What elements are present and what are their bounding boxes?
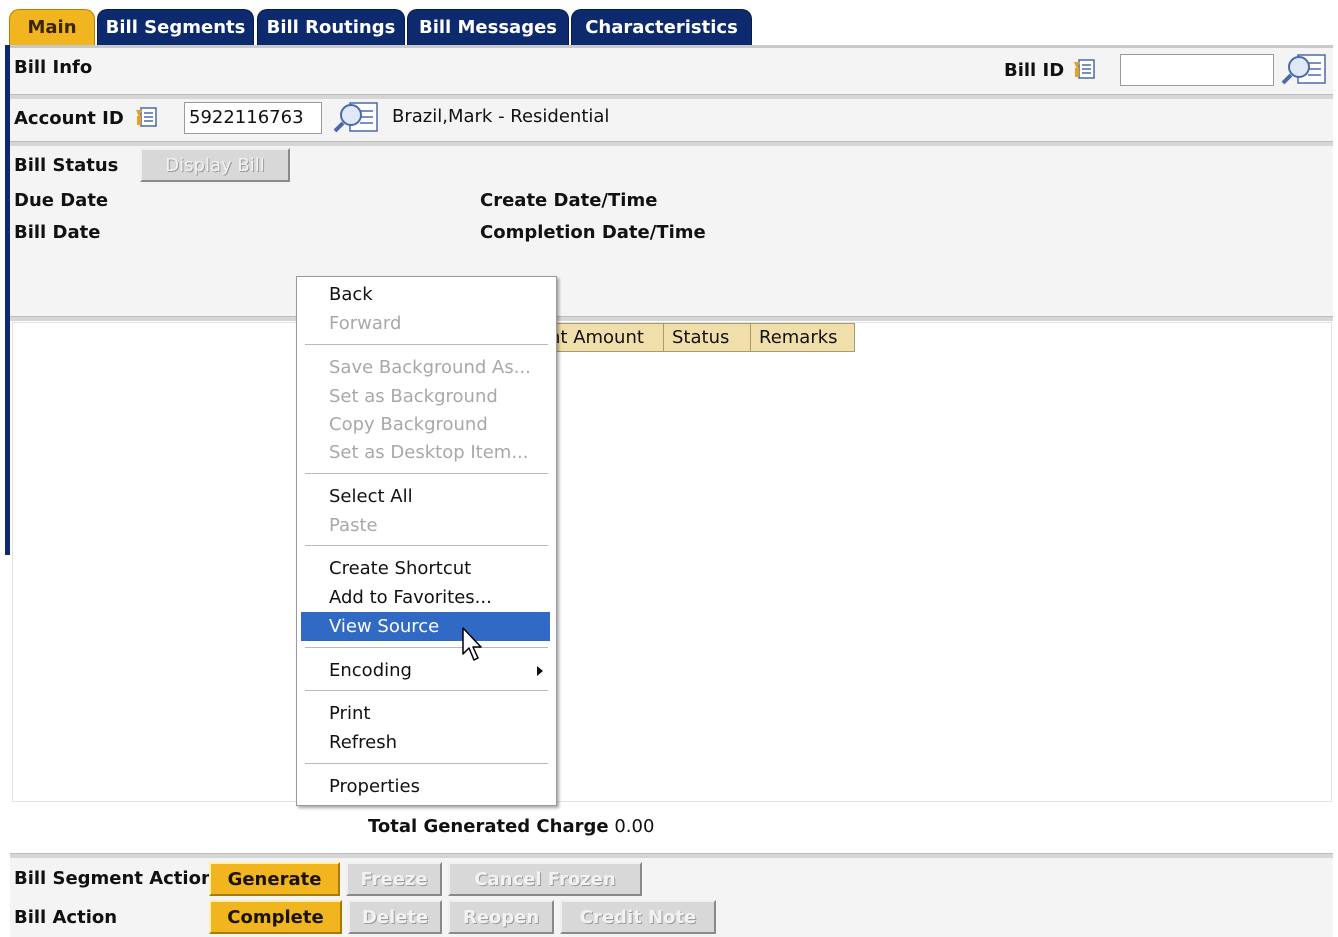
menu-item-encoding-label: Encoding	[329, 660, 412, 681]
column-header-status[interactable]: Status	[663, 323, 751, 352]
bill-date-label: Bill Date	[14, 222, 101, 243]
cancel-frozen-button[interactable]: Cancel Frozen	[448, 862, 642, 896]
menu-item-refresh[interactable]: Refresh	[301, 728, 550, 757]
menu-item-view-source[interactable]: View Source	[301, 612, 550, 641]
menu-item-forward[interactable]: Forward	[301, 309, 550, 338]
bill-id-search-lookup-icon[interactable]	[1280, 52, 1328, 86]
bill-action-label: Bill Action	[14, 907, 118, 928]
account-id-input[interactable]: 5922116763	[184, 102, 322, 134]
menu-item-paste[interactable]: Paste	[301, 511, 550, 540]
due-date-label: Due Date	[14, 190, 109, 211]
menu-item-copy-background[interactable]: Copy Background	[301, 410, 550, 439]
tab-bill-messages[interactable]: Bill Messages	[407, 9, 569, 45]
reopen-button[interactable]: Reopen	[448, 900, 554, 934]
menu-item-set-as-desktop-item[interactable]: Set as Desktop Item...	[301, 438, 550, 467]
tab-bill-segments[interactable]: Bill Segments	[97, 9, 254, 45]
bill-segments-grid	[12, 322, 1332, 802]
menu-separator	[305, 647, 548, 649]
menu-separator	[305, 344, 548, 346]
menu-separator	[305, 690, 548, 692]
bill-id-context-menu-icon[interactable]	[1072, 57, 1096, 81]
account-id-label: Account ID	[14, 108, 124, 129]
freeze-button[interactable]: Freeze	[346, 862, 442, 896]
menu-item-properties[interactable]: Properties	[301, 772, 550, 801]
menu-item-create-shortcut[interactable]: Create Shortcut	[301, 554, 550, 583]
menu-item-encoding[interactable]: Encoding	[301, 656, 550, 685]
column-header-amount[interactable]: nt Amount	[540, 323, 664, 352]
mouse-pointer-icon	[462, 627, 482, 661]
separator	[10, 316, 1333, 321]
delete-button[interactable]: Delete	[348, 900, 442, 934]
bill-id-label: Bill ID	[1004, 60, 1065, 81]
completion-datetime-label: Completion Date/Time	[480, 222, 706, 243]
display-bill-button[interactable]: Display Bill	[140, 148, 290, 182]
account-type: - Residential	[492, 106, 610, 127]
account-search-lookup-icon[interactable]	[332, 100, 380, 134]
tab-bill-routings[interactable]: Bill Routings	[257, 9, 405, 45]
total-generated-charge-value: 0.00	[614, 816, 655, 837]
menu-item-save-background-as[interactable]: Save Background As...	[301, 353, 550, 382]
menu-separator	[305, 473, 548, 475]
bill-segment-action-label: Bill Segment Action	[14, 868, 214, 889]
total-generated-charge-label: Total Generated Charge	[368, 816, 609, 837]
tab-main[interactable]: Main	[9, 9, 95, 45]
menu-item-back[interactable]: Back	[301, 280, 550, 309]
credit-note-button[interactable]: Credit Note	[560, 900, 716, 934]
menu-item-set-as-background[interactable]: Set as Background	[301, 382, 550, 411]
tab-characteristics[interactable]: Characteristics	[571, 9, 752, 45]
menu-item-add-to-favorites[interactable]: Add to Favorites...	[301, 583, 550, 612]
menu-separator	[305, 545, 548, 547]
account-context-menu-icon[interactable]	[134, 105, 158, 129]
submenu-arrow-icon	[537, 666, 543, 676]
create-datetime-label: Create Date/Time	[480, 190, 658, 211]
column-header-remarks[interactable]: Remarks	[750, 323, 855, 352]
context-menu: Back Forward Save Background As... Set a…	[296, 276, 557, 806]
generate-button[interactable]: Generate	[209, 862, 340, 896]
menu-item-select-all[interactable]: Select All	[301, 482, 550, 511]
bill-status-label: Bill Status	[14, 155, 119, 176]
complete-button[interactable]: Complete	[209, 900, 342, 934]
menu-item-print[interactable]: Print	[301, 699, 550, 728]
account-name: Brazil,Mark	[392, 106, 493, 127]
total-generated-charge: Total Generated Charge 0.00	[368, 816, 654, 837]
menu-separator	[305, 763, 548, 765]
bill-id-input[interactable]	[1120, 54, 1274, 86]
bill-info-title: Bill Info	[14, 57, 93, 78]
account-info: Brazil,Mark - Residential	[392, 106, 609, 127]
